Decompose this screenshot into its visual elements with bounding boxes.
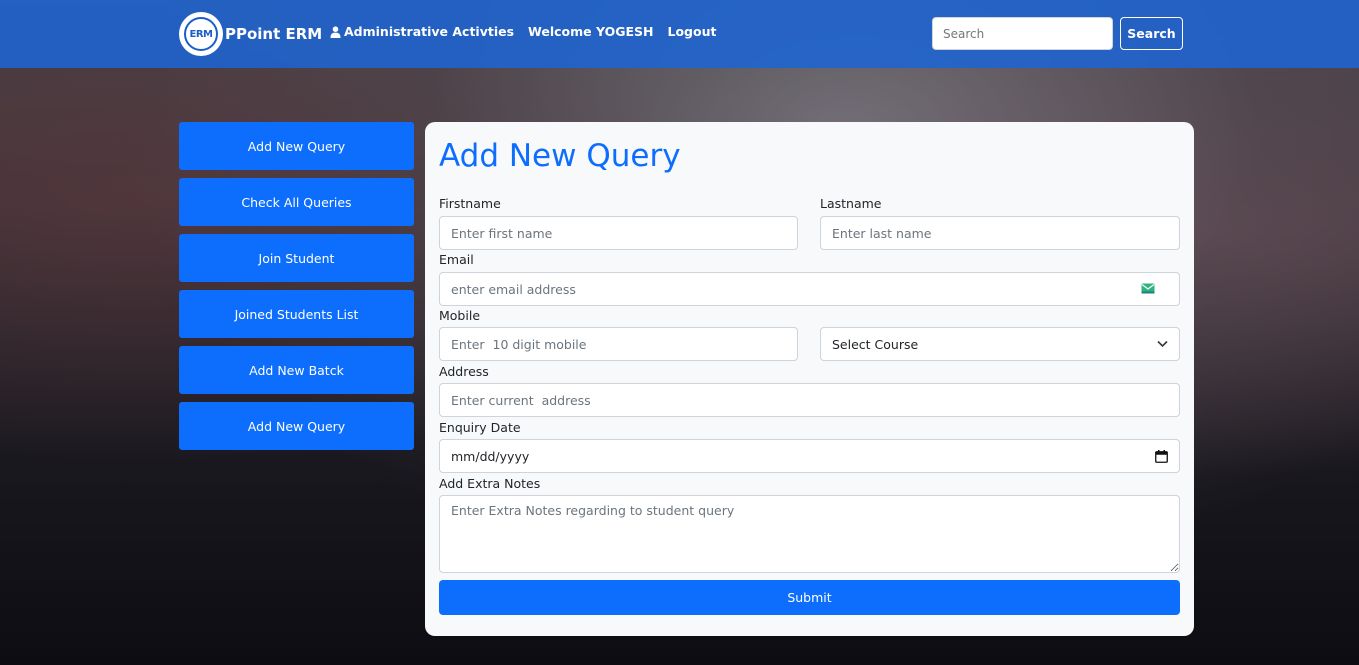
notes-label: Add Extra Notes <box>439 476 541 491</box>
sidebar-item-add-new-query-2[interactable]: Add New Query <box>179 402 414 450</box>
sidebar: Add New Query Check All Queries Join Stu… <box>179 122 414 458</box>
enquiry-date-label: Enquiry Date <box>439 420 521 435</box>
email-label: Email <box>439 252 474 267</box>
brand-logo-text: ERM <box>184 17 218 51</box>
brand-name: PPoint ERM <box>225 25 323 43</box>
brand-logo: ERM <box>179 12 223 56</box>
address-label: Address <box>439 364 489 379</box>
nav-link-welcome[interactable]: Welcome YOGESH <box>528 24 653 39</box>
mobile-input[interactable] <box>439 327 798 361</box>
sidebar-item-add-new-query[interactable]: Add New Query <box>179 122 414 170</box>
notes-textarea[interactable] <box>439 495 1180 573</box>
form-title: Add New Query <box>439 138 681 174</box>
address-input[interactable] <box>439 383 1180 417</box>
sidebar-item-joined-students-list[interactable]: Joined Students List <box>179 290 414 338</box>
enquiry-date-input[interactable]: mm/dd/yyyy <box>439 439 1180 473</box>
course-select-value: Select Course <box>832 336 919 352</box>
nav-link-admin-label: Administrative Activties <box>344 24 515 39</box>
add-query-form: Add New Query Firstname Lastname Email M… <box>425 122 1194 636</box>
search-button[interactable]: Search <box>1120 17 1183 50</box>
enquiry-date-value: mm/dd/yyyy <box>451 448 530 464</box>
navbar: ERM PPoint ERM Administrative Activties … <box>0 0 1359 68</box>
submit-button[interactable]: Submit <box>439 580 1180 615</box>
sidebar-item-join-student[interactable]: Join Student <box>179 234 414 282</box>
calendar-icon[interactable] <box>1155 449 1168 463</box>
firstname-label: Firstname <box>439 196 501 211</box>
email-input[interactable] <box>439 272 1180 306</box>
course-select[interactable]: Select Course <box>820 327 1180 361</box>
sidebar-item-add-new-batch[interactable]: Add New Batck <box>179 346 414 394</box>
chevron-down-icon <box>1157 340 1168 348</box>
nav-link-logout[interactable]: Logout <box>668 24 717 39</box>
lastname-input[interactable] <box>820 216 1180 250</box>
mail-icon <box>1141 283 1155 294</box>
lastname-label: Lastname <box>820 196 882 211</box>
sidebar-item-check-all-queries[interactable]: Check All Queries <box>179 178 414 226</box>
nav-link-admin[interactable]: Administrative Activties <box>330 24 514 39</box>
user-icon <box>330 25 341 38</box>
search-input[interactable] <box>932 17 1113 50</box>
mobile-label: Mobile <box>439 308 481 323</box>
firstname-input[interactable] <box>439 216 798 250</box>
nav-links: Administrative Activties Welcome YOGESH … <box>330 24 730 39</box>
brand[interactable]: ERM PPoint ERM <box>179 12 322 56</box>
